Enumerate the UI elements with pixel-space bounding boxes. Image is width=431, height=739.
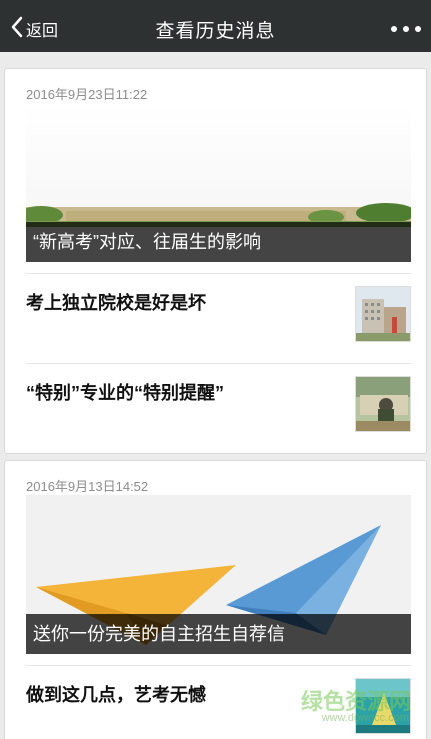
article-title: 做到这几点，艺考无憾 — [26, 685, 206, 705]
article-thumbnail — [355, 286, 411, 342]
cover-article[interactable]: 送你一份完美的自主招生自荐信 — [26, 495, 411, 654]
message-card: 2016年9月23日11:22 “新高考”对应、往届生的影响 考上独立院校是好是… — [4, 68, 427, 454]
message-card: 2016年9月13日14:52 送你一份完美的自主招生自荐信 做到这几点，艺考无… — [4, 460, 427, 739]
top-navbar: 返回 查看历史消息 — [0, 0, 431, 52]
message-date: 2016年9月13日14:52 — [26, 479, 149, 494]
cover-caption: 送你一份完美的自主招生自荐信 — [26, 614, 411, 654]
cover-article[interactable]: “新高考”对应、往届生的影响 — [26, 103, 411, 262]
article-item[interactable]: “特别”专业的“特别提醒” — [26, 363, 411, 453]
cover-caption: “新高考”对应、往届生的影响 — [26, 222, 411, 262]
dot-icon — [415, 26, 421, 32]
dot-icon — [391, 26, 397, 32]
page-title: 查看历史消息 — [155, 21, 276, 42]
article-item[interactable]: 做到这几点，艺考无憾 — [26, 665, 411, 739]
article-title: 考上独立院校是好是坏 — [26, 293, 206, 313]
article-thumbnail — [355, 678, 411, 734]
dot-icon — [403, 26, 409, 32]
article-item[interactable]: 考上独立院校是好是坏 — [26, 273, 411, 363]
message-date: 2016年9月23日11:22 — [26, 87, 148, 102]
article-title: “特别”专业的“特别提醒” — [26, 383, 224, 403]
more-options-button[interactable] — [391, 20, 421, 38]
article-thumbnail — [355, 376, 411, 432]
